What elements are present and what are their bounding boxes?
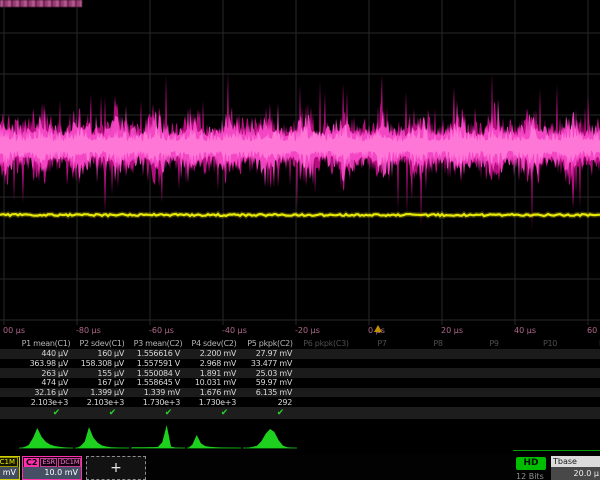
measure-value-cell: 1.558645 V <box>130 378 186 387</box>
measure-status-row: ✔✔✔✔✔ <box>0 407 600 419</box>
timebase-value: 20.0 µ <box>551 467 600 480</box>
measure-value-cell: 59.97 mV <box>242 378 298 387</box>
time-tick-label: 40 µs <box>514 326 536 335</box>
time-tick-label: -60 µs <box>149 326 174 335</box>
measure-value-cell: 1.676 mV <box>186 388 242 397</box>
c2-coupling-badge: DC1M <box>58 458 81 467</box>
measure-value-cell: 1.550084 V <box>130 369 186 378</box>
measure-value-cell: 33.477 mV <box>242 359 298 368</box>
measure-column-header[interactable]: P11 <box>578 339 600 348</box>
waveform-display[interactable] <box>0 0 600 325</box>
measure-value-cell: 6.135 mV <box>242 388 298 397</box>
c1-coupling-badge: DC1M <box>0 457 18 467</box>
oscilloscope-screen: 00 µs-80 µs-60 µs-40 µs-20 µs0 µs20 µs40… <box>0 0 600 480</box>
measure-column-header[interactable]: P10 <box>522 339 578 348</box>
measure-column-header[interactable]: P4 sdev(C2) <box>186 339 242 348</box>
time-axis: 00 µs-80 µs-60 µs-40 µs-20 µs0 µs20 µs40… <box>0 325 600 338</box>
trigger-position-marker[interactable] <box>374 325 382 332</box>
time-tick-label: -40 µs <box>222 326 247 335</box>
time-tick-label: -80 µs <box>76 326 101 335</box>
measure-column-header[interactable]: P2 sdev(C1) <box>74 339 130 348</box>
measure-table-row: 32.16 µV1.399 µV1.339 mV1.676 mV6.135 mV <box>0 388 600 398</box>
measure-value-cell: 1.399 µV <box>74 388 130 397</box>
measure-column-header[interactable]: P6 pkpk(C3) <box>298 339 354 348</box>
measure-table-row: 363.98 µV158.308 µV1.557591 V2.968 mV33.… <box>0 359 600 369</box>
time-tick-label: 20 µs <box>441 326 463 335</box>
timebase-descriptor[interactable]: Tbase 20.0 µ <box>551 456 600 480</box>
waveform-svg <box>0 0 600 325</box>
measure-value-cell: 160 µV <box>74 349 130 358</box>
status-check-icon: ✔ <box>242 408 298 418</box>
measure-value-cell: 2.103e+3 <box>74 398 130 407</box>
measure-value-cell: 1.730e+3 <box>186 398 242 407</box>
measure-value-cell: 1.339 mV <box>130 388 186 397</box>
c2-vdiv-value: 10.0 mV <box>23 467 81 479</box>
measure-value-cell: 32.16 µV <box>18 388 74 397</box>
measure-column-header[interactable]: P1 mean(C1) <box>18 339 74 348</box>
time-tick-label: 60 µs <box>587 326 600 335</box>
histicon-row <box>0 424 600 455</box>
c2-label: C2 <box>24 458 39 467</box>
channel-c1-descriptor[interactable]: DC1M 0 mV <box>0 456 20 480</box>
measure-table-row: 2.103e+32.103e+31.730e+31.730e+3292 <box>0 397 600 407</box>
histicon-sparkline <box>242 423 298 453</box>
bit-resolution-label: 12 Bits <box>516 472 544 480</box>
measure-value-cell: 2.200 mV <box>186 349 242 358</box>
measure-value-cell: 167 µV <box>74 378 130 387</box>
c2-esr-badge: ESR <box>40 458 57 467</box>
histicon-sparkline <box>130 423 186 453</box>
clipped-trace-label <box>0 0 82 7</box>
measure-table-row: 474 µV167 µV1.558645 V10.031 mV59.97 mV <box>0 378 600 388</box>
measure-column-header[interactable]: P3 mean(C2) <box>130 339 186 348</box>
measure-value-cell: 2.103e+3 <box>18 398 74 407</box>
histicon-sparkline <box>74 423 130 453</box>
histicon-sparkline <box>18 423 74 453</box>
measure-column-header[interactable]: P9 <box>466 339 522 348</box>
measure-value-cell: 1.730e+3 <box>130 398 186 407</box>
time-tick-label: 00 µs <box>3 326 25 335</box>
status-check-icon: ✔ <box>18 408 74 418</box>
measure-column-header[interactable]: P7 <box>354 339 410 348</box>
channel-c2-descriptor[interactable]: C2 ESR DC1M 10.0 mV <box>22 456 82 480</box>
bottom-toolbar: DC1M 0 mV C2 ESR DC1M 10.0 mV + HD 12 Bi… <box>0 455 600 480</box>
measure-column-header[interactable]: P8 <box>410 339 466 348</box>
measure-column-header[interactable]: P5 pkpk(C2) <box>242 339 298 348</box>
time-tick-label: -20 µs <box>295 326 320 335</box>
measure-value-cell: 2.968 mV <box>186 359 242 368</box>
measure-value-cell: 158.308 µV <box>74 359 130 368</box>
status-check-icon: ✔ <box>186 408 242 418</box>
measure-value-cell: 292 <box>242 398 298 407</box>
measure-value-cell: 27.97 mV <box>242 349 298 358</box>
measure-value-cell: 474 µV <box>18 378 74 387</box>
measurement-table[interactable]: P1 mean(C1)P2 sdev(C1)P3 mean(C2)P4 sdev… <box>0 338 600 419</box>
measure-value-cell: 155 µV <box>74 369 130 378</box>
status-separator-line <box>513 450 600 451</box>
measure-value-cell: 263 µV <box>18 369 74 378</box>
measure-value-cell: 1.557591 V <box>130 359 186 368</box>
add-trace-button[interactable]: + <box>86 456 146 480</box>
measure-value-cell: 1.891 mV <box>186 369 242 378</box>
measure-table-row: 440 µV160 µV1.556616 V2.200 mV27.97 mV <box>0 349 600 359</box>
status-check-icon: ✔ <box>130 408 186 418</box>
measure-value-cell: 10.031 mV <box>186 378 242 387</box>
timebase-label: Tbase <box>551 456 600 467</box>
hd-mode-badge[interactable]: HD <box>516 457 546 470</box>
measure-value-cell: 1.556616 V <box>130 349 186 358</box>
c1-vdiv-value: 0 mV <box>0 467 19 479</box>
measure-value-cell: 25.03 mV <box>242 369 298 378</box>
measure-value-cell: 363.98 µV <box>18 359 74 368</box>
measure-table-header-row: P1 mean(C1)P2 sdev(C1)P3 mean(C2)P4 sdev… <box>0 338 600 349</box>
measure-table-row: 263 µV155 µV1.550084 V1.891 mV25.03 mV <box>0 368 600 378</box>
measure-value-cell: 440 µV <box>18 349 74 358</box>
histicon-sparkline <box>186 423 242 453</box>
status-check-icon: ✔ <box>74 408 130 418</box>
